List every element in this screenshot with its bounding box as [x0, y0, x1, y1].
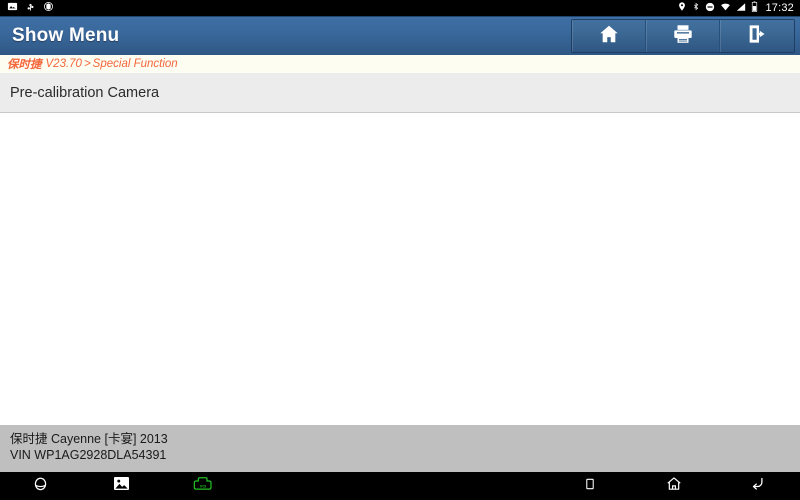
vehicle-model: 保时捷 Cayenne [卡宴] 2013 [10, 432, 168, 446]
page-title: Show Menu [12, 25, 120, 46]
menu-item-pre-calibration-camera[interactable]: Pre-calibration Camera [0, 73, 800, 113]
menu-list: Pre-calibration Camera [0, 73, 800, 425]
status-bar-left-icons [4, 0, 54, 17]
breadcrumb-separator: > [83, 58, 91, 70]
location-icon [677, 0, 687, 17]
screenshot-icon [7, 0, 18, 17]
device-screen: 17:32 Show Menu 保时捷 V23.70 > Special Fun… [0, 0, 800, 500]
status-bar-right-icons: 17:32 [677, 0, 796, 17]
home-button-nav[interactable] [632, 472, 716, 500]
nav-left-group: VCI [0, 472, 243, 500]
exit-button[interactable] [720, 20, 794, 52]
recents-button[interactable] [548, 472, 632, 500]
app-title-bar: Show Menu [0, 16, 800, 55]
home-button[interactable] [572, 20, 646, 52]
nav-right-group [548, 472, 800, 500]
vci-icon: VCI [192, 476, 214, 497]
vci-button[interactable]: VCI [162, 472, 243, 500]
browser-icon [32, 475, 49, 497]
bluetooth-icon [692, 0, 700, 17]
home-icon [665, 475, 683, 497]
status-bar-clock: 17:32 [765, 2, 794, 14]
print-icon [672, 23, 694, 50]
gallery-icon [113, 476, 130, 496]
breadcrumb: 保时捷 V23.70 > Special Function [0, 55, 800, 73]
vehicle-info-bar: 保时捷 Cayenne [卡宴] 2013 VIN WP1AG2928DLA54… [0, 425, 800, 472]
breadcrumb-brand: 保时捷 [7, 59, 42, 71]
battery-icon [751, 0, 758, 17]
breadcrumb-section: Special Function [92, 58, 178, 70]
wifi-icon [720, 0, 731, 17]
back-button[interactable] [716, 472, 800, 500]
debug-icon [43, 0, 54, 17]
svg-text:VCI: VCI [199, 484, 205, 488]
breadcrumb-version: V23.70 [45, 58, 82, 70]
dnd-icon [705, 0, 715, 17]
signal-icon [736, 0, 746, 17]
title-bar-toolbar [571, 19, 795, 53]
exit-icon [746, 23, 768, 50]
recents-icon [583, 476, 597, 497]
gallery-button[interactable] [81, 472, 162, 500]
print-button[interactable] [646, 20, 720, 52]
usb-icon [25, 0, 36, 17]
back-icon [749, 475, 767, 497]
vehicle-vin: VIN WP1AG2928DLA54391 [10, 448, 167, 462]
browser-button[interactable] [0, 472, 81, 500]
android-status-bar: 17:32 [0, 0, 800, 16]
android-navigation-bar: VCI [0, 472, 800, 500]
menu-item-label: Pre-calibration Camera [10, 84, 160, 101]
home-icon [598, 23, 620, 50]
